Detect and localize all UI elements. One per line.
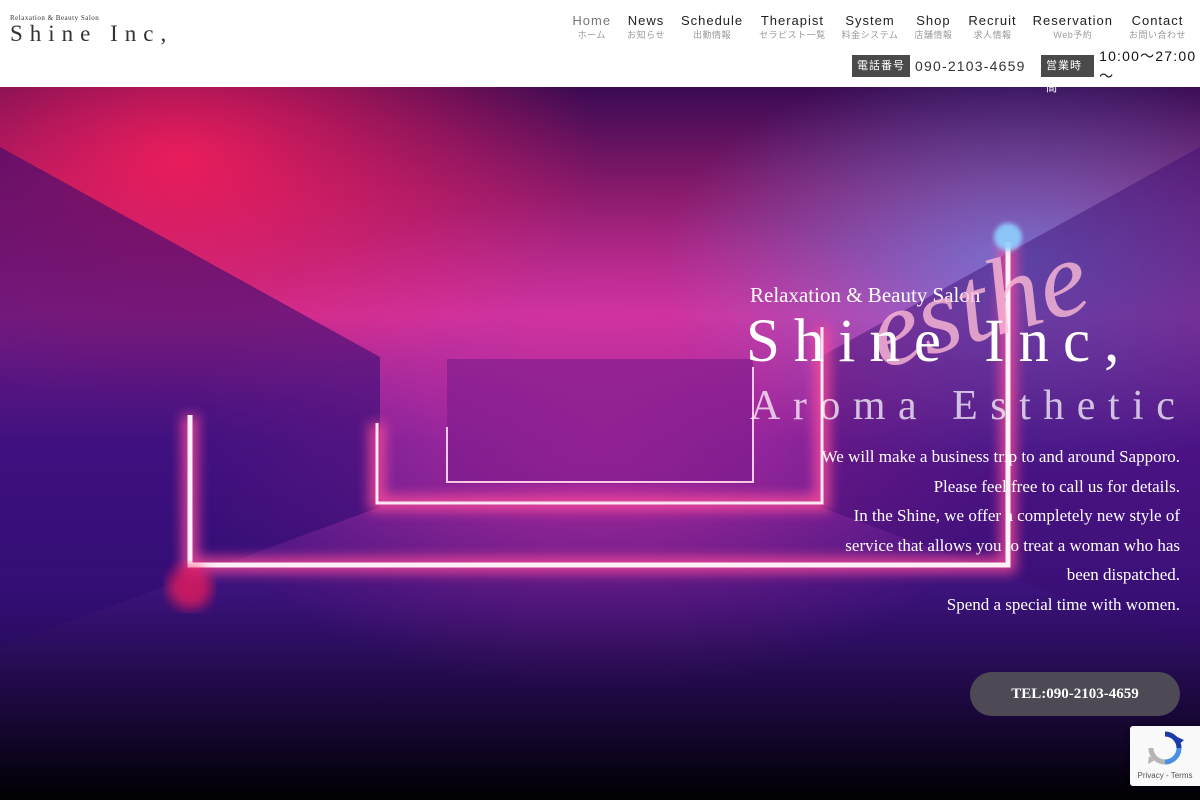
recaptcha-links[interactable]: Privacy - Terms bbox=[1130, 771, 1200, 780]
phone-number: 090-2103-4659 bbox=[915, 58, 1026, 74]
nav-therapist-label: Therapist bbox=[760, 13, 825, 28]
nav-schedule-sublabel: 出勤情報 bbox=[693, 30, 732, 40]
nav-system[interactable]: System 料金システム bbox=[834, 12, 907, 41]
recaptcha-badge[interactable]: Privacy - Terms bbox=[1130, 726, 1200, 786]
hero-aroma-heading: Aroma Esthetic bbox=[750, 383, 1188, 429]
site-header: Relaxation & Beauty Salon Shine Inc, Hom… bbox=[0, 0, 1200, 94]
nav-reservation-label: Reservation bbox=[1032, 13, 1113, 28]
hero-title: Shine Inc, bbox=[746, 308, 1134, 375]
site-logo[interactable]: Relaxation & Beauty Salon Shine Inc, bbox=[10, 14, 173, 47]
tel-call-button[interactable]: TEL:090-2103-4659 bbox=[970, 672, 1180, 716]
nav-schedule-label: Schedule bbox=[680, 13, 744, 28]
hero-desc-line: service that allows you to treat a woman… bbox=[845, 535, 1180, 555]
hours-tag: 営業時間 bbox=[1041, 55, 1095, 94]
hours-value: 10:00～27:00～ bbox=[1099, 48, 1197, 84]
nav-therapist[interactable]: Therapist セラピスト一覧 bbox=[751, 12, 834, 41]
nav-reservation-sublabel: Web予約 bbox=[1053, 30, 1093, 40]
hero-desc-line: Please feel free to call us for details. bbox=[933, 476, 1180, 496]
nav-therapist-sublabel: セラピスト一覧 bbox=[759, 30, 826, 40]
nav-system-sublabel: 料金システム bbox=[841, 30, 899, 40]
hero-desc-line: been dispatched. bbox=[1066, 565, 1180, 584]
nav-home-label: Home bbox=[572, 13, 612, 28]
nav-contact[interactable]: Contact お問い合わせ bbox=[1121, 12, 1194, 41]
phone-tag: 電話番号 bbox=[852, 55, 910, 77]
nav-contact-sublabel: お問い合わせ bbox=[1128, 30, 1186, 40]
nav-home[interactable]: Home ホーム bbox=[564, 12, 619, 41]
nav-recruit-sublabel: 求人情報 bbox=[973, 30, 1012, 40]
nav-system-label: System bbox=[845, 13, 895, 28]
nav-news-sublabel: お知らせ bbox=[627, 30, 665, 40]
header-phone[interactable]: 電話番号 090-2103-4659 bbox=[852, 54, 1026, 78]
hero-section: Relaxation & Beauty Salon esthe Shine In… bbox=[0, 87, 1200, 800]
recaptcha-icon bbox=[1148, 731, 1184, 765]
nav-home-sublabel: ホーム bbox=[577, 30, 606, 40]
nav-recruit[interactable]: Recruit 求人情報 bbox=[960, 12, 1024, 41]
hero-desc-line: We will make a business trip to and arou… bbox=[821, 447, 1180, 466]
nav-shop-sublabel: 店舗情報 bbox=[914, 30, 953, 40]
nav-shop[interactable]: Shop 店舗情報 bbox=[906, 12, 960, 41]
main-nav: Home ホーム News お知らせ Schedule 出勤情報 Therapi… bbox=[564, 12, 1194, 41]
logo-title: Shine Inc, bbox=[10, 21, 174, 46]
nav-schedule[interactable]: Schedule 出勤情報 bbox=[673, 12, 751, 41]
nav-contact-label: Contact bbox=[1131, 13, 1184, 28]
header-hours: 営業時間 10:00～27:00～ bbox=[1041, 48, 1200, 94]
hero-desc-line: In the Shine, we offer a completely new … bbox=[853, 506, 1180, 525]
hero-description: We will make a business trip to and arou… bbox=[760, 442, 1180, 619]
nav-news[interactable]: News お知らせ bbox=[619, 12, 673, 41]
hero-desc-line: Spend a special time with women. bbox=[946, 594, 1180, 614]
nav-recruit-label: Recruit bbox=[968, 13, 1017, 28]
nav-reservation[interactable]: Reservation Web予約 bbox=[1025, 12, 1121, 41]
nav-news-label: News bbox=[627, 13, 665, 28]
nav-shop-label: Shop bbox=[916, 13, 951, 28]
